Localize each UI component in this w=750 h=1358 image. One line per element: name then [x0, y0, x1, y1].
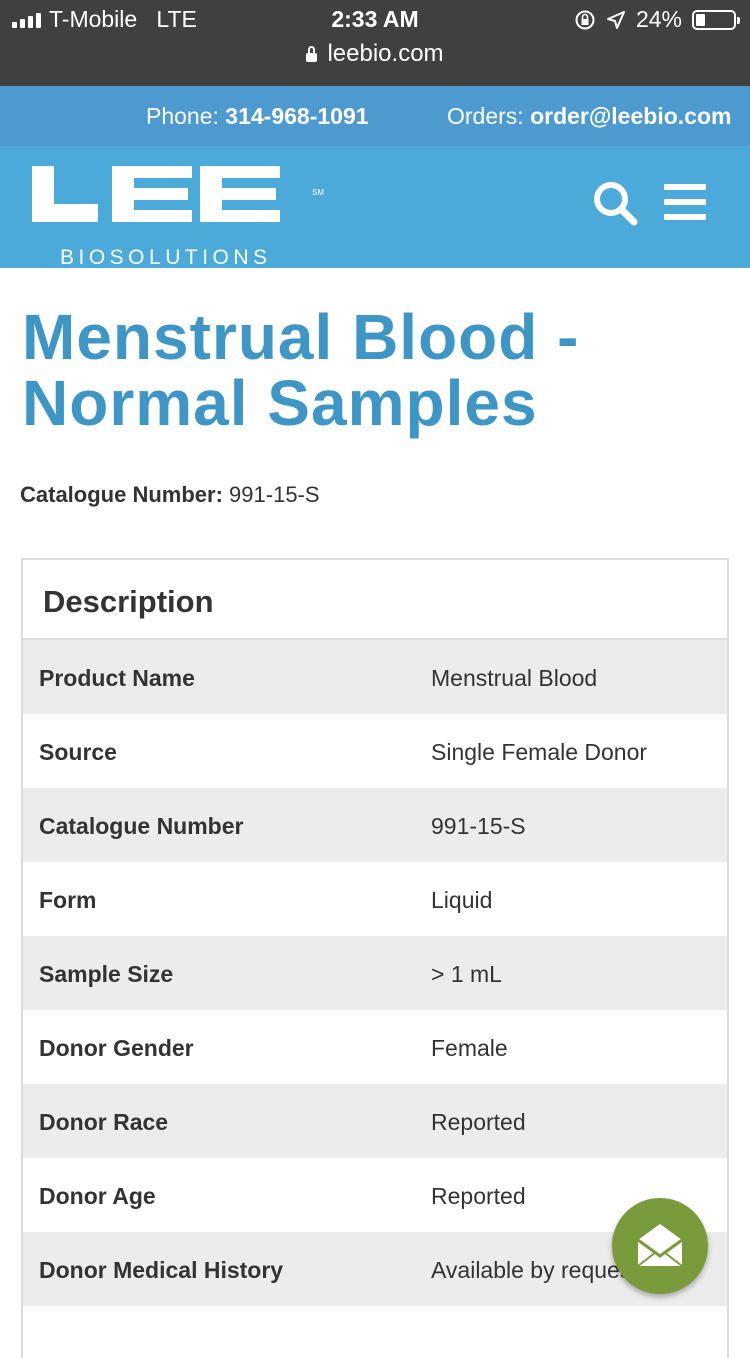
- row-value: Reported: [431, 1109, 526, 1135]
- rotation-lock-icon: [575, 10, 595, 29]
- row-value: 991-15-S: [431, 813, 526, 839]
- table-row: Donor Race Reported: [23, 1084, 727, 1158]
- battery-icon: [692, 9, 740, 30]
- address-bar[interactable]: leebio.com: [0, 40, 750, 68]
- row-value: Reported: [431, 1183, 526, 1209]
- row-value: Available by request: [431, 1257, 638, 1283]
- row-label: Catalogue Number: [39, 813, 244, 839]
- search-icon: [594, 182, 638, 226]
- table-row: Sample Size > 1 mL: [23, 936, 727, 1010]
- hamburger-menu-icon: [664, 184, 706, 190]
- contact-bar: Phone: 314-968-1091 Orders: order@leebio…: [0, 86, 750, 146]
- search-button[interactable]: [592, 180, 638, 226]
- row-label: Donor Race: [39, 1109, 169, 1135]
- contact-fab-button[interactable]: [612, 1198, 708, 1294]
- orders-info[interactable]: Orders: order@leebio.com: [447, 103, 731, 130]
- row-label: Product Name: [39, 665, 195, 691]
- hamburger-line: [664, 199, 706, 205]
- orders-label: Orders:: [447, 103, 524, 129]
- description-heading: Description: [43, 584, 214, 619]
- row-label: Form: [39, 887, 97, 913]
- table-row: Product Name Menstrual Blood: [23, 640, 727, 714]
- table-row: Donor Gender Female: [23, 1010, 727, 1084]
- envelope-open-icon: [637, 1224, 683, 1267]
- battery-percent: 24%: [635, 6, 682, 32]
- row-value: Menstrual Blood: [431, 665, 598, 691]
- row-label: Donor Gender: [39, 1035, 194, 1061]
- row-value: > 1 mL: [431, 961, 502, 987]
- row-label: Donor Age: [39, 1183, 156, 1209]
- table-row: Form Liquid: [23, 862, 727, 936]
- row-value: Liquid: [431, 887, 493, 913]
- url-text: leebio.com: [327, 40, 444, 67]
- catalogue-label: Catalogue Number:: [20, 482, 223, 507]
- hamburger-line: [664, 214, 706, 220]
- lock-icon: [306, 46, 318, 62]
- service-mark: SM: [312, 188, 324, 197]
- row-value: Single Female Donor: [431, 739, 648, 765]
- table-row: Catalogue Number 991-15-S: [23, 788, 727, 862]
- menu-button[interactable]: [664, 184, 706, 220]
- logo[interactable]: SM BIOSOLUTIONS: [30, 166, 324, 269]
- description-header: Description: [23, 560, 727, 640]
- status-bar: T-Mobile LTE 2:33 AM 24% leebio.com: [0, 0, 750, 86]
- row-label: Source: [39, 739, 117, 765]
- catalogue-number: Catalogue Number: 991-15-S: [20, 482, 320, 508]
- row-label: Donor Medical History: [39, 1257, 284, 1283]
- orders-email[interactable]: order@leebio.com: [530, 103, 731, 129]
- catalogue-value: 991-15-S: [229, 482, 320, 507]
- table-row: Source Single Female Donor: [23, 714, 727, 788]
- status-right: 24%: [574, 6, 740, 33]
- logo-subtitle: BIOSOLUTIONS: [60, 246, 272, 269]
- location-arrow-icon: [606, 10, 625, 29]
- logo-lee-wordmark: [32, 166, 280, 222]
- phone-number[interactable]: 314-968-1091: [225, 103, 368, 129]
- phone-label: Phone:: [146, 103, 219, 129]
- phone-info[interactable]: Phone: 314-968-1091: [146, 103, 369, 130]
- page-title: Menstrual Blood - Normal Samples: [22, 301, 580, 439]
- row-label: Sample Size: [39, 961, 174, 987]
- row-value: Female: [431, 1035, 508, 1061]
